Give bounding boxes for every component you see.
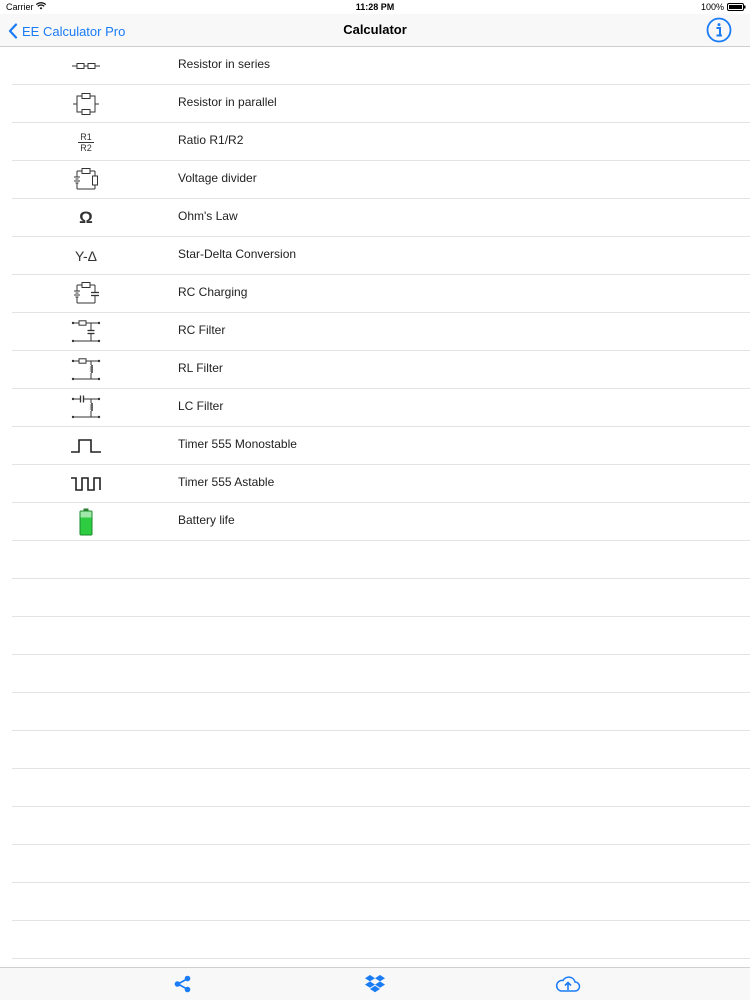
empty-row <box>12 731 750 769</box>
list-item-label: Battery life <box>178 513 235 527</box>
list-item-label: Resistor in parallel <box>178 95 277 109</box>
bottom-toolbar <box>0 967 750 1000</box>
rl-filter-icon <box>68 356 104 384</box>
list-item-timer-monostable[interactable]: Timer 555 Monostable <box>12 427 750 465</box>
list-item-timer-astable[interactable]: Timer 555 Astable <box>12 465 750 503</box>
page-title: Calculator <box>343 22 407 37</box>
empty-row <box>12 541 750 579</box>
empty-row <box>12 921 750 959</box>
list-item-voltage-divider[interactable]: Voltage divider <box>12 161 750 199</box>
empty-row <box>12 655 750 693</box>
star-delta-icon: Y-Δ <box>68 242 104 270</box>
ratio-numerator: R1 <box>80 131 92 142</box>
empty-row <box>12 693 750 731</box>
omega-glyph: Ω <box>79 208 93 227</box>
ratio-denominator: R2 <box>80 142 92 153</box>
status-bar: Carrier 11:28 PM 100% <box>0 0 750 14</box>
list-item-rc-charging[interactable]: RC Charging <box>12 275 750 313</box>
list-item-ohms-law[interactable]: Ω Ohm's Law <box>12 199 750 237</box>
omega-icon: Ω <box>68 204 104 232</box>
list-item-label: LC Filter <box>178 399 224 413</box>
list-item-rc-filter[interactable]: RC Filter <box>12 313 750 351</box>
list-item-ratio[interactable]: R1 R2 Ratio R1/R2 <box>12 123 750 161</box>
ratio-icon: R1 R2 <box>68 128 104 156</box>
empty-row <box>12 807 750 845</box>
list-item-label: Timer 555 Monostable <box>178 437 297 451</box>
status-time: 11:28 PM <box>355 2 395 12</box>
resistor-series-icon <box>68 52 104 80</box>
list-item-lc-filter[interactable]: LC Filter <box>12 389 750 427</box>
list-item-label: Ohm's Law <box>178 209 238 223</box>
list-item-star-delta[interactable]: Y-Δ Star-Delta Conversion <box>12 237 750 275</box>
list-item-label: Star-Delta Conversion <box>178 247 297 261</box>
navigation-bar: EE Calculator Pro Calculator <box>0 14 750 47</box>
list-item-label: RC Charging <box>178 285 248 299</box>
dropbox-icon[interactable] <box>364 973 386 995</box>
voltage-divider-icon <box>68 166 104 194</box>
list-item-resistor-parallel[interactable]: Resistor in parallel <box>12 85 750 123</box>
empty-row <box>12 617 750 655</box>
resistor-parallel-icon <box>68 90 104 118</box>
list-item-label: RC Filter <box>178 323 226 337</box>
calculator-list: Resistor in series Resistor in parallel … <box>0 47 750 959</box>
empty-row <box>12 769 750 807</box>
battery-icon <box>68 508 104 536</box>
star-delta-glyph: Y-Δ <box>74 248 98 264</box>
list-item-battery-life[interactable]: Battery life <box>12 503 750 541</box>
list-item-label: RL Filter <box>178 361 223 375</box>
list-item-label: Timer 555 Astable <box>178 475 275 489</box>
list-item-resistor-series[interactable]: Resistor in series <box>12 47 750 85</box>
battery-percentage: 100% <box>700 2 724 12</box>
info-icon[interactable] <box>706 17 732 43</box>
empty-row <box>12 579 750 617</box>
list-item-label: Ratio R1/R2 <box>178 133 244 147</box>
lc-filter-icon <box>68 394 104 422</box>
cloud-upload-icon[interactable] <box>555 973 581 995</box>
empty-row <box>12 845 750 883</box>
rc-charging-icon <box>68 280 104 308</box>
list-item-rl-filter[interactable]: RL Filter <box>12 351 750 389</box>
rc-filter-icon <box>68 318 104 346</box>
list-item-label: Resistor in series <box>178 57 271 71</box>
monostable-pulse-icon <box>68 432 104 460</box>
empty-row <box>12 883 750 921</box>
astable-pulse-icon <box>68 470 104 498</box>
share-icon[interactable] <box>172 973 194 995</box>
status-battery-icon <box>727 3 746 11</box>
list-item-label: Voltage divider <box>178 171 257 185</box>
